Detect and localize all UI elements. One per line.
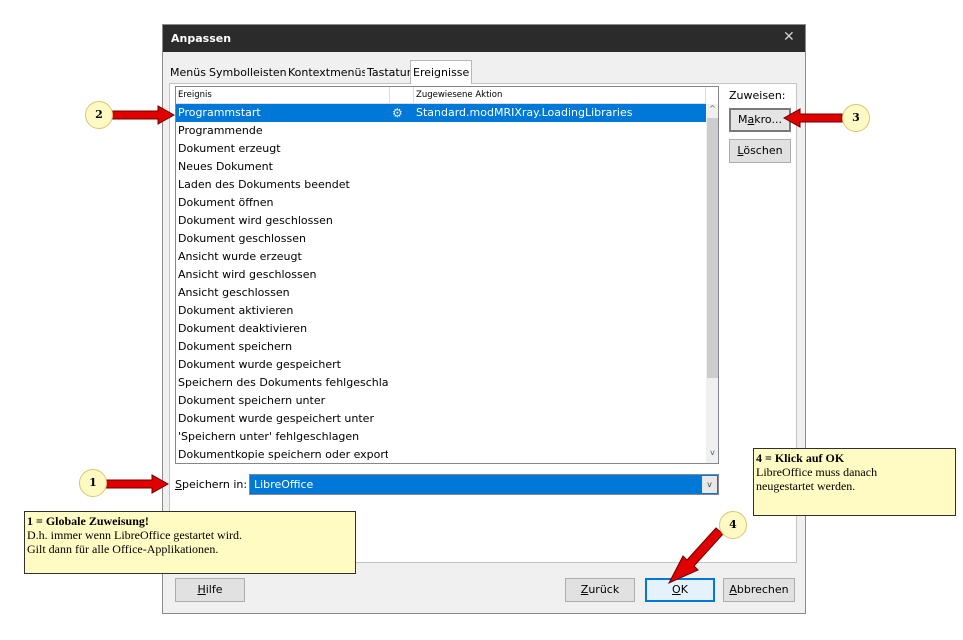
arrow-4 — [667, 527, 724, 585]
tab-events[interactable]: Ereignisse — [410, 60, 473, 84]
callout-badge-4: 4 — [719, 511, 747, 539]
callout-badge-2: 2 — [85, 101, 113, 129]
arrow-1 — [105, 474, 170, 494]
note-1-line-2: Gilt dann für alle Office-Applikationen. — [27, 542, 219, 556]
arrow-3 — [782, 108, 843, 128]
note-4-line-2: neugestartet werden. — [756, 479, 856, 493]
note-4-line-1: LibreOffice muss danach — [756, 465, 878, 479]
arrow-2 — [111, 105, 176, 125]
note-1-title: 1 = Globale Zuweisung! — [27, 514, 149, 528]
note-global-assignment: 1 = Globale Zuweisung! D.h. immer wenn L… — [24, 511, 356, 574]
callout-badge-1: 1 — [79, 469, 107, 497]
note-4-title: 4 = Klick auf OK — [756, 451, 845, 465]
note-1-line-1: D.h. immer wenn LibreOffice gestartet wi… — [27, 528, 243, 542]
note-click-ok: 4 = Klick auf OK LibreOffice muss danach… — [753, 448, 956, 516]
callout-badge-3: 3 — [842, 104, 870, 132]
